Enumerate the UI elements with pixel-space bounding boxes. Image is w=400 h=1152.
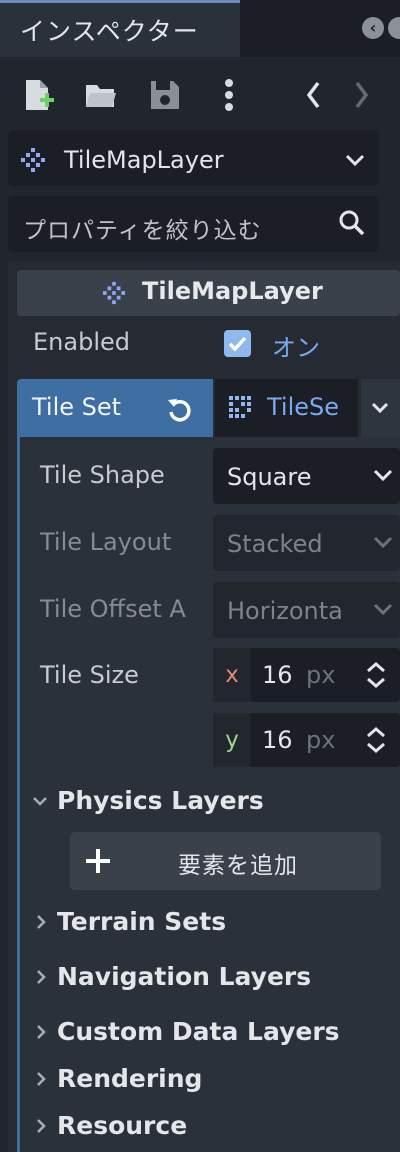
chevron-right-icon[interactable] [33, 968, 49, 990]
more-options-icon[interactable] [212, 78, 246, 112]
stepper-icon[interactable] [364, 660, 388, 694]
x-axis-label: x [213, 648, 251, 702]
chevron-right-icon[interactable] [33, 1117, 49, 1139]
group-physics-layers[interactable]: Physics Layers [57, 786, 264, 815]
enabled-value: オン [272, 334, 320, 362]
tile-size-x-unit: px [306, 661, 336, 689]
group-custom-data-layers[interactable]: Custom Data Layers [57, 1017, 340, 1046]
tile-size-x-value: 16 [262, 661, 293, 689]
tile-layout-value: Stacked [227, 530, 323, 558]
section-title: TileMapLayer [142, 277, 323, 305]
history-forward-icon[interactable] [344, 78, 378, 112]
tile-shape-value: Square [227, 463, 312, 491]
tile-shape-label: Tile Shape [40, 461, 165, 489]
enabled-label: Enabled [33, 328, 130, 356]
open-folder-icon[interactable] [84, 78, 118, 112]
object-name: TileMapLayer [64, 146, 224, 174]
chevron-down-icon [372, 598, 394, 624]
new-resource-icon[interactable] [22, 78, 56, 112]
search-icon [338, 209, 366, 241]
chevron-right-icon[interactable] [33, 913, 49, 935]
tilemaplayer-icon [20, 147, 46, 177]
plus-icon [84, 847, 112, 879]
stepper-icon[interactable] [364, 725, 388, 759]
tab-title: インスペクター [20, 17, 199, 46]
group-navigation-layers[interactable]: Navigation Layers [57, 962, 311, 991]
save-icon[interactable] [148, 78, 182, 112]
history-back-icon[interactable] [298, 78, 332, 112]
tileset-icon [228, 395, 256, 427]
tile-size-y-value: 16 [262, 726, 293, 754]
y-axis-label: y [213, 713, 251, 767]
tab-menu-icon[interactable]: ‹ [362, 17, 384, 39]
group-rendering[interactable]: Rendering [57, 1064, 202, 1093]
tile-size-y-unit: px [306, 726, 336, 754]
tile-set-resource-name: TileSe [267, 393, 340, 421]
revert-icon[interactable] [165, 395, 195, 425]
tile-set-dropdown[interactable] [361, 379, 400, 437]
tilemaplayer-section-icon [102, 281, 126, 309]
filter-placeholder: プロパティを絞り込む [23, 218, 262, 244]
group-resource[interactable]: Resource [57, 1111, 187, 1140]
tile-size-label: Tile Size [40, 661, 139, 689]
add-element-label: 要素を追加 [178, 853, 298, 879]
enabled-checkbox[interactable] [224, 330, 251, 357]
group-terrain-sets[interactable]: Terrain Sets [57, 907, 226, 936]
chevron-down-icon[interactable] [343, 148, 367, 176]
tile-set-label: Tile Set [32, 393, 122, 421]
chevron-right-icon[interactable] [33, 1023, 49, 1045]
chevron-right-icon[interactable] [33, 1070, 49, 1092]
tile-offset-axis-label: Tile Offset A [40, 595, 186, 623]
chevron-down-icon [372, 531, 394, 557]
tile-layout-label: Tile Layout [40, 528, 172, 556]
tile-offset-axis-value: Horizonta [227, 597, 343, 625]
chevron-down-icon [372, 464, 394, 490]
chevron-down-icon[interactable] [31, 792, 49, 815]
